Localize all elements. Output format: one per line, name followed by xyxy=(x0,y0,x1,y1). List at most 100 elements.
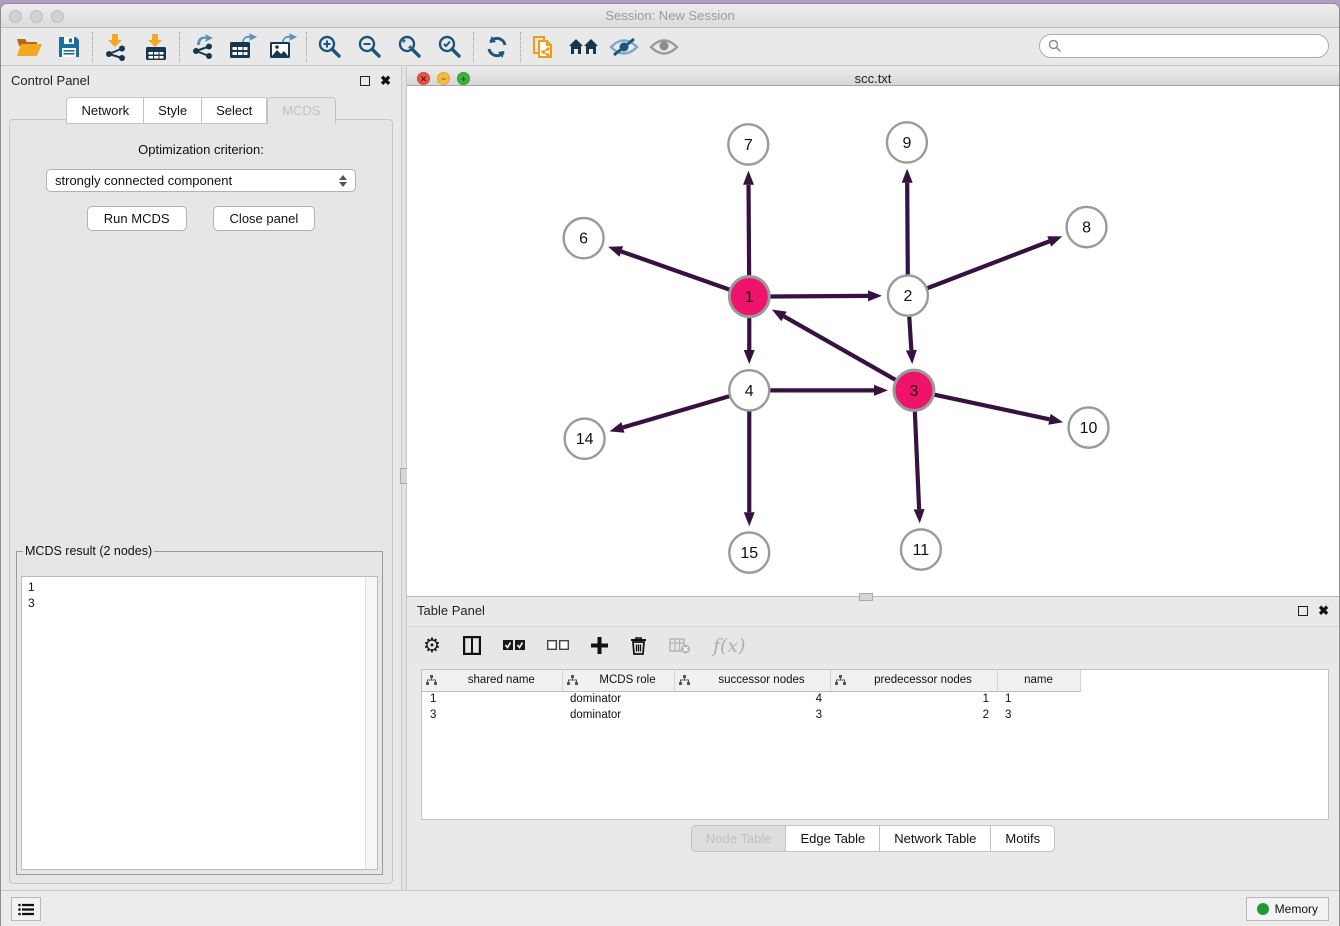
mcds-result-title: MCDS result (2 nodes) xyxy=(23,544,154,558)
column-header-name[interactable]: name xyxy=(997,670,1080,691)
result-scrollbar[interactable] xyxy=(365,577,377,869)
horizontal-divider-grip[interactable] xyxy=(859,593,873,601)
zoom-fit-icon[interactable] xyxy=(390,31,430,63)
edge-3-1[interactable] xyxy=(784,316,896,380)
export-table-icon[interactable] xyxy=(223,31,263,63)
import-table-icon[interactable] xyxy=(136,31,176,63)
node-table[interactable]: shared nameMCDS role successor nodes prede… xyxy=(421,669,1329,820)
edge-1-7[interactable] xyxy=(749,185,750,276)
export-network-icon[interactable] xyxy=(183,31,223,63)
network-canvas[interactable]: 7968124314101511 xyxy=(407,86,1339,596)
zoom-selected-icon[interactable] xyxy=(430,31,470,63)
table-row[interactable]: 1dominator411 xyxy=(422,691,1080,707)
save-session-icon[interactable] xyxy=(49,31,89,63)
export-image-icon[interactable] xyxy=(263,31,303,63)
cell-predecessor-nodes[interactable]: 2 xyxy=(830,707,997,723)
network-window-titlebar[interactable]: ✕ − + scc.txt xyxy=(407,67,1339,86)
edge-3-11[interactable] xyxy=(915,412,919,510)
task-history-button[interactable] xyxy=(11,897,41,921)
cell-successor-nodes[interactable]: 3 xyxy=(674,707,830,723)
node-label-10: 10 xyxy=(1080,419,1098,437)
table-options-icon[interactable]: ⚙ xyxy=(423,633,441,658)
table-panel: Table Panel ✖ ⚙ xyxy=(407,597,1339,890)
search-input[interactable] xyxy=(1067,39,1328,53)
node-label-4: 4 xyxy=(745,382,754,400)
close-panel-button[interactable]: Close panel xyxy=(213,206,316,231)
criterion-value: strongly connected component xyxy=(55,173,339,188)
edge-arrowhead xyxy=(743,171,754,185)
select-all-columns-icon[interactable] xyxy=(503,640,525,651)
tab-style[interactable]: Style xyxy=(144,97,202,124)
dropdown-stepper-icon xyxy=(339,175,347,187)
unselect-all-columns-icon[interactable] xyxy=(547,640,569,651)
edge-arrowhead xyxy=(744,350,755,364)
run-mcds-button[interactable]: Run MCDS xyxy=(87,206,187,231)
delete-table-icon[interactable] xyxy=(669,638,691,654)
memory-button[interactable]: Memory xyxy=(1246,897,1329,921)
memory-status-icon xyxy=(1257,903,1269,915)
cell-predecessor-nodes[interactable]: 1 xyxy=(830,691,997,707)
new-network-from-selection-icon[interactable] xyxy=(524,31,564,63)
edge-arrowhead xyxy=(608,246,623,256)
network-graph[interactable]: 7968124314101511 xyxy=(407,86,1339,596)
table-panel-title: Table Panel xyxy=(417,603,1298,618)
tab-network-table[interactable]: Network Table xyxy=(880,825,991,852)
tab-edge-table[interactable]: Edge Table xyxy=(786,825,880,852)
cell-name[interactable]: 1 xyxy=(997,691,1080,707)
edge-1-6[interactable] xyxy=(621,252,729,290)
cell-shared-name[interactable]: 3 xyxy=(422,707,562,723)
edge-4-14[interactable] xyxy=(623,396,729,427)
cell-MCDS-role[interactable]: dominator xyxy=(562,691,674,707)
delete-columns-icon[interactable] xyxy=(630,636,647,655)
sort-hierarchy-icon xyxy=(426,675,437,685)
column-header-MCDS-role[interactable]: MCDS role xyxy=(562,670,674,691)
edge-arrowhead xyxy=(874,385,888,396)
node-label-14: 14 xyxy=(576,430,594,448)
column-header-shared-name[interactable]: shared name xyxy=(422,670,562,691)
refresh-view-icon[interactable] xyxy=(477,31,517,63)
edge-arrowhead xyxy=(914,509,925,523)
tab-select[interactable]: Select xyxy=(202,97,267,124)
table-tabs: Node TableEdge TableNetwork TableMotifs xyxy=(407,825,1339,852)
column-header-predecessor-nodes[interactable]: predecessor nodes xyxy=(830,670,997,691)
column-view-icon[interactable] xyxy=(463,636,481,655)
search-field[interactable] xyxy=(1039,34,1329,58)
function-builder-icon[interactable]: f(x) xyxy=(713,635,746,657)
zoom-in-icon[interactable] xyxy=(310,31,350,63)
edge-3-10[interactable] xyxy=(934,395,1049,420)
zoom-out-icon[interactable] xyxy=(350,31,390,63)
edge-2-3[interactable] xyxy=(909,317,911,350)
edge-2-9[interactable] xyxy=(907,183,908,275)
mcds-result-group: MCDS result (2 nodes) 13 xyxy=(16,544,383,875)
edge-2-8[interactable] xyxy=(928,241,1050,288)
edge-1-2[interactable] xyxy=(770,296,868,297)
tab-motifs[interactable]: Motifs xyxy=(991,825,1055,852)
close-panel-icon[interactable]: ✖ xyxy=(380,74,391,87)
show-all-icon[interactable] xyxy=(644,31,684,63)
float-table-panel-icon[interactable] xyxy=(1298,606,1308,616)
cell-MCDS-role[interactable]: dominator xyxy=(562,707,674,723)
node-label-6: 6 xyxy=(579,230,588,248)
mcds-panel: Optimization criterion: strongly connect… xyxy=(9,119,393,884)
float-panel-icon[interactable] xyxy=(360,76,370,86)
node-label-9: 9 xyxy=(902,134,911,152)
open-file-icon[interactable] xyxy=(9,31,49,63)
tab-network[interactable]: Network xyxy=(66,97,144,124)
column-label: successor nodes xyxy=(698,674,826,686)
cell-successor-nodes[interactable]: 4 xyxy=(674,691,830,707)
table-row[interactable]: 3dominator323 xyxy=(422,707,1080,723)
node-label-2: 2 xyxy=(903,287,912,305)
close-table-panel-icon[interactable]: ✖ xyxy=(1318,604,1329,617)
cell-shared-name[interactable]: 1 xyxy=(422,691,562,707)
add-column-icon[interactable] xyxy=(591,637,608,654)
hide-selected-icon[interactable] xyxy=(604,31,644,63)
tab-mcds[interactable]: MCDS xyxy=(267,97,335,124)
import-network-icon[interactable] xyxy=(96,31,136,63)
tab-node-table[interactable]: Node Table xyxy=(691,825,787,852)
cell-name[interactable]: 3 xyxy=(997,707,1080,723)
column-header-successor-nodes[interactable]: successor nodes xyxy=(674,670,830,691)
first-neighbors-icon[interactable] xyxy=(564,31,604,63)
mcds-result-list[interactable]: 13 xyxy=(21,576,378,870)
toolbar-separator xyxy=(179,32,180,62)
criterion-dropdown[interactable]: strongly connected component xyxy=(46,169,356,192)
